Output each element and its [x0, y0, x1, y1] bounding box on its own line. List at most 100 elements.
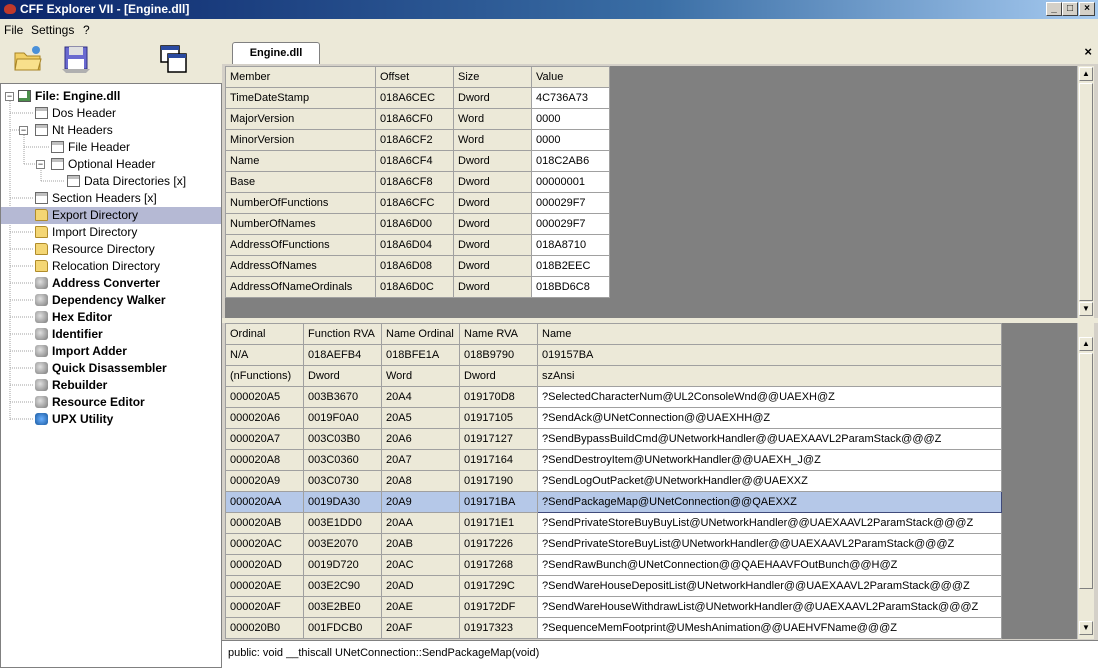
table-cell[interactable]: ?SequenceMemFootprint@UMeshAnimation@@UA…	[537, 617, 1002, 639]
table-cell[interactable]: 003E2BE0	[303, 596, 382, 618]
table-cell[interactable]: Dword	[459, 365, 538, 387]
table-cell[interactable]: Value	[531, 66, 610, 88]
table-cell[interactable]: ?SendDestroyItem@UNetworkHandler@@UAEXH_…	[537, 449, 1002, 471]
table-cell[interactable]: 000020AB	[225, 512, 304, 534]
table-cell[interactable]: 20AE	[381, 596, 460, 618]
table-header-row[interactable]: Member Offset Size Value	[225, 66, 610, 88]
tree-item-identifier[interactable]: Identifier	[35, 326, 103, 343]
table-cell[interactable]: 003C0730	[303, 470, 382, 492]
table-cell[interactable]: 000020AE	[225, 575, 304, 597]
scroll-down-icon[interactable]: ▼	[1079, 302, 1093, 316]
table-row[interactable]: 000020AB 003E1DD0 20AA 019171E1 ?SendPrivate…	[225, 512, 1002, 534]
table-cell[interactable]: ?SendPrivateStoreBuyList@UNetworkHandler…	[537, 533, 1002, 555]
table-cell[interactable]: 000020A8	[225, 449, 304, 471]
table-cell[interactable]: 018BFE1A	[381, 344, 460, 366]
scroll-down-icon[interactable]: ▼	[1079, 621, 1093, 635]
table-cell[interactable]: MinorVersion	[225, 129, 376, 151]
table-row[interactable]: 000020AE 003E2C90 20AD 0191729C ?SendWareHou…	[225, 575, 1002, 597]
table-cell[interactable]: Dword	[453, 213, 532, 235]
table-cell[interactable]: Dword	[453, 234, 532, 256]
tree-item-resource-editor[interactable]: Resource Editor	[35, 394, 145, 411]
table-cell[interactable]: NumberOfNames	[225, 213, 376, 235]
windows-icon[interactable]	[158, 43, 190, 75]
table-subheader-row[interactable]: (nFunctions) Dword Word Dword szAnsi	[225, 365, 1002, 387]
tree-item-nt-headers[interactable]: Nt Headers	[35, 122, 113, 139]
table-cell[interactable]: 20AD	[381, 575, 460, 597]
table-cell[interactable]: 0000	[531, 108, 610, 130]
table-cell[interactable]: 019171E1	[459, 512, 538, 534]
table-cell[interactable]: 0019DA30	[303, 491, 382, 513]
table-cell[interactable]: Dword	[453, 87, 532, 109]
table-row[interactable]: 000020AA 0019DA30 20A9 019171BA ?SendPackage…	[225, 491, 1002, 513]
table-cell[interactable]: ?SendWareHouseWithdrawList@UNetworkHandl…	[537, 596, 1002, 618]
table-cell[interactable]: Word	[453, 129, 532, 151]
tree-item-dos-header[interactable]: Dos Header	[35, 105, 116, 122]
table-cell[interactable]: 0000	[531, 129, 610, 151]
table-row[interactable]: AddressOfFunctions 018A6D04 Dword 018A8710	[225, 234, 610, 256]
table-cell[interactable]: 003E2C90	[303, 575, 382, 597]
table-cell[interactable]: ?SendWareHouseDepositList@UNetworkHandle…	[537, 575, 1002, 597]
minimize-button[interactable]: _	[1046, 2, 1062, 16]
table-cell[interactable]: 003C0360	[303, 449, 382, 471]
menu-settings[interactable]: Settings	[31, 23, 74, 37]
scroll-thumb[interactable]	[1079, 83, 1093, 301]
table-cell[interactable]: 01917190	[459, 470, 538, 492]
table-row[interactable]: 000020AF 003E2BE0 20AE 019172DF ?SendWareHou…	[225, 596, 1002, 618]
table-cell[interactable]: AddressOfFunctions	[225, 234, 376, 256]
functions-table-scrollbar[interactable]: ▲ ▼	[1077, 323, 1094, 639]
table-cell[interactable]: NumberOfFunctions	[225, 192, 376, 214]
scroll-up-icon[interactable]: ▲	[1079, 337, 1093, 351]
table-cell[interactable]: 20A8	[381, 470, 460, 492]
table-cell[interactable]: ?SelectedCharacterNum@UL2ConsoleWnd@@UAE…	[537, 386, 1002, 408]
table-row[interactable]: MinorVersion 018A6CF2 Word 0000	[225, 129, 610, 151]
table-cell[interactable]: 003E1DD0	[303, 512, 382, 534]
table-cell[interactable]: Base	[225, 171, 376, 193]
table-cell[interactable]: 018A6CF2	[375, 129, 454, 151]
table-cell[interactable]: ?SendAck@UNetConnection@@UAEXHH@Z	[537, 407, 1002, 429]
table-cell[interactable]: Dword	[453, 255, 532, 277]
table-cell[interactable]: 0019D720	[303, 554, 382, 576]
table-cell[interactable]: Dword	[453, 276, 532, 298]
table-cell[interactable]: 000029F7	[531, 192, 610, 214]
export-table-scrollbar[interactable]: ▲ ▼	[1077, 66, 1094, 318]
table-cell[interactable]: 018A6CFC	[375, 192, 454, 214]
table-cell[interactable]: 20AA	[381, 512, 460, 534]
table-cell[interactable]: 018A6D00	[375, 213, 454, 235]
table-cell[interactable]: 003B3670	[303, 386, 382, 408]
tree-item-export-directory[interactable]: Export Directory	[1, 207, 221, 224]
table-cell[interactable]: 018B2EEC	[531, 255, 610, 277]
table-cell[interactable]: 019170D8	[459, 386, 538, 408]
tree-item-upx-utility[interactable]: UPX Utility	[35, 411, 113, 428]
table-cell[interactable]: 20A7	[381, 449, 460, 471]
expander-optional-header[interactable]: −	[36, 160, 45, 169]
table-cell[interactable]: ?SendPackageMap@UNetConnection@@QAEXXZ	[537, 491, 1002, 513]
tree-item-quick-disassembler[interactable]: Quick Disassembler	[35, 360, 167, 377]
table-cell[interactable]: ?SendPrivateStoreBuyBuyList@UNetworkHand…	[537, 512, 1002, 534]
table-row[interactable]: 000020A5 003B3670 20A4 019170D8 ?SelectedCha…	[225, 386, 1002, 408]
table-cell[interactable]: 20A6	[381, 428, 460, 450]
table-subheader-row[interactable]: N/A 018AEFB4 018BFE1A 018B9790 019157BA	[225, 344, 1002, 366]
table-row[interactable]: MajorVersion 018A6CF0 Word 0000	[225, 108, 610, 130]
table-row[interactable]: NumberOfNames 018A6D00 Dword 000029F7	[225, 213, 610, 235]
table-cell[interactable]: Function RVA	[303, 323, 382, 345]
table-cell[interactable]: MajorVersion	[225, 108, 376, 130]
table-cell[interactable]: 018AEFB4	[303, 344, 382, 366]
tree-item-import-directory[interactable]: Import Directory	[35, 224, 137, 241]
table-cell[interactable]: 20AF	[381, 617, 460, 639]
table-cell[interactable]: Member	[225, 66, 376, 88]
table-cell[interactable]: 003E2070	[303, 533, 382, 555]
tree-item-data-directories[interactable]: Data Directories [x]	[67, 173, 186, 190]
table-cell[interactable]: Name	[225, 150, 376, 172]
table-cell[interactable]: 018A6D08	[375, 255, 454, 277]
table-cell[interactable]: 018A6D0C	[375, 276, 454, 298]
table-row[interactable]: Name 018A6CF4 Dword 018C2AB6	[225, 150, 610, 172]
expander-nt-headers[interactable]: −	[19, 126, 28, 135]
table-cell[interactable]: 018A6D04	[375, 234, 454, 256]
table-cell[interactable]: Dword	[453, 171, 532, 193]
table-cell[interactable]: Name Ordinal	[381, 323, 460, 345]
table-cell[interactable]: ?SendLogOutPacket@UNetworkHandler@@UAEXX…	[537, 470, 1002, 492]
table-cell[interactable]: TimeDateStamp	[225, 87, 376, 109]
table-cell[interactable]: 000020AA	[225, 491, 304, 513]
table-cell[interactable]: 019171BA	[459, 491, 538, 513]
table-row[interactable]: 000020A7 003C03B0 20A6 01917127 ?SendBypassB…	[225, 428, 1002, 450]
